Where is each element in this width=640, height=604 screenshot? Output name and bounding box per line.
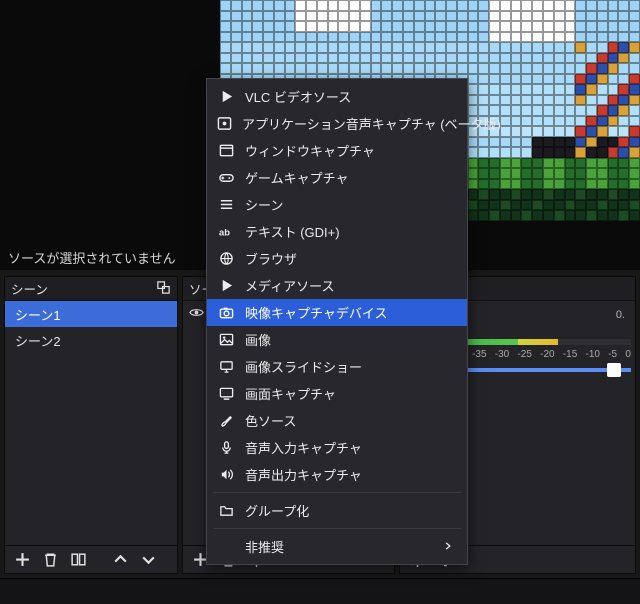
- scenes-list[interactable]: シーン1シーン2: [5, 301, 177, 545]
- context-menu-item-label: 非推奨: [245, 537, 433, 556]
- context-menu-item[interactable]: 画面キャプチャ: [207, 380, 467, 407]
- context-menu-item-label: 画像スライドショー: [245, 357, 453, 376]
- slideshow-icon: [217, 359, 235, 374]
- scene-list-item[interactable]: シーン1: [5, 301, 177, 327]
- context-menu-item[interactable]: ゲームキャプチャ: [207, 164, 467, 191]
- context-menu-item[interactable]: 音声入力キャプチャ: [207, 434, 467, 461]
- context-menu-item-label: グループ化: [245, 501, 453, 520]
- camera-icon: [217, 305, 235, 320]
- volume-slider-knob[interactable]: [607, 363, 621, 377]
- globe-icon: [217, 251, 235, 266]
- brush-icon: [217, 413, 235, 428]
- scene-move-down-button[interactable]: [137, 549, 159, 571]
- window-icon: [217, 143, 235, 158]
- remove-scene-button[interactable]: [39, 549, 61, 571]
- text-ab-icon: [217, 224, 235, 239]
- play-icon: [217, 278, 235, 293]
- add-scene-button[interactable]: [11, 549, 33, 571]
- context-menu-item-label: ブラウザ: [245, 249, 453, 268]
- image-icon: [217, 332, 235, 347]
- context-menu-item-label: 映像キャプチャデバイス: [245, 303, 453, 322]
- context-menu-item[interactable]: VLC ビデオソース: [207, 83, 467, 110]
- scene-list-item[interactable]: シーン2: [5, 327, 177, 353]
- scenes-panel-title: シーン: [11, 279, 156, 298]
- context-menu-item-label: 色ソース: [245, 411, 453, 430]
- context-menu-item[interactable]: 映像キャプチャデバイス: [207, 299, 467, 326]
- context-menu-item[interactable]: 画像: [207, 326, 467, 353]
- status-bar: [0, 578, 640, 604]
- scene-icon: [217, 197, 235, 212]
- context-menu-item-label: 画像: [245, 330, 453, 349]
- scenes-panel: シーン シーン1シーン2: [4, 276, 178, 574]
- context-menu-item-label: 画面キャプチャ: [245, 384, 453, 403]
- context-menu-item-label: ウィンドウキャプチャ: [245, 141, 453, 160]
- visibility-toggle-icon[interactable]: [189, 305, 204, 323]
- context-menu-item-label: テキスト (GDI+): [245, 222, 453, 241]
- app-audio-icon: [217, 116, 232, 131]
- context-menu-item[interactable]: テキスト (GDI+): [207, 218, 467, 245]
- undock-icon[interactable]: [156, 280, 171, 298]
- context-menu-item-label: ゲームキャプチャ: [245, 168, 453, 187]
- context-menu-item[interactable]: 画像スライドショー: [207, 353, 467, 380]
- speaker-icon: [217, 467, 235, 482]
- context-menu-item[interactable]: アプリケーション音声キャプチャ (ベータ版): [207, 110, 467, 137]
- context-menu-item-label: VLC ビデオソース: [245, 87, 453, 106]
- context-menu-item[interactable]: グループ化: [207, 497, 467, 524]
- context-menu-item[interactable]: ウィンドウキャプチャ: [207, 137, 467, 164]
- monitor-icon: [217, 386, 235, 401]
- context-menu-item-label: 音声出力キャプチャ: [245, 465, 453, 484]
- scene-filters-button[interactable]: [67, 549, 89, 571]
- folder-icon: [217, 503, 235, 518]
- mic-icon: [217, 440, 235, 455]
- scene-move-up-button[interactable]: [109, 549, 131, 571]
- play-icon: [217, 89, 235, 104]
- gamepad-icon: [217, 170, 235, 185]
- chevron-right-icon: [443, 539, 453, 554]
- context-menu-item-label: シーン: [245, 195, 453, 214]
- context-menu-item-label: アプリケーション音声キャプチャ (ベータ版): [242, 114, 501, 133]
- context-menu-item[interactable]: シーン: [207, 191, 467, 218]
- context-menu-item[interactable]: 色ソース: [207, 407, 467, 434]
- add-source-context-menu[interactable]: VLC ビデオソースアプリケーション音声キャプチャ (ベータ版) ウィンドウキャプ…: [206, 78, 468, 565]
- no-source-selected-label: ソースが選択されていません: [8, 248, 176, 267]
- context-menu-item-label: 音声入力キャプチャ: [245, 438, 453, 457]
- context-menu-item-label: メディアソース: [245, 276, 453, 295]
- context-menu-item[interactable]: メディアソース: [207, 272, 467, 299]
- context-menu-item[interactable]: 非推奨: [207, 533, 467, 560]
- context-menu-item[interactable]: 音声出力キャプチャ: [207, 461, 467, 488]
- context-menu-item[interactable]: ブラウザ: [207, 245, 467, 272]
